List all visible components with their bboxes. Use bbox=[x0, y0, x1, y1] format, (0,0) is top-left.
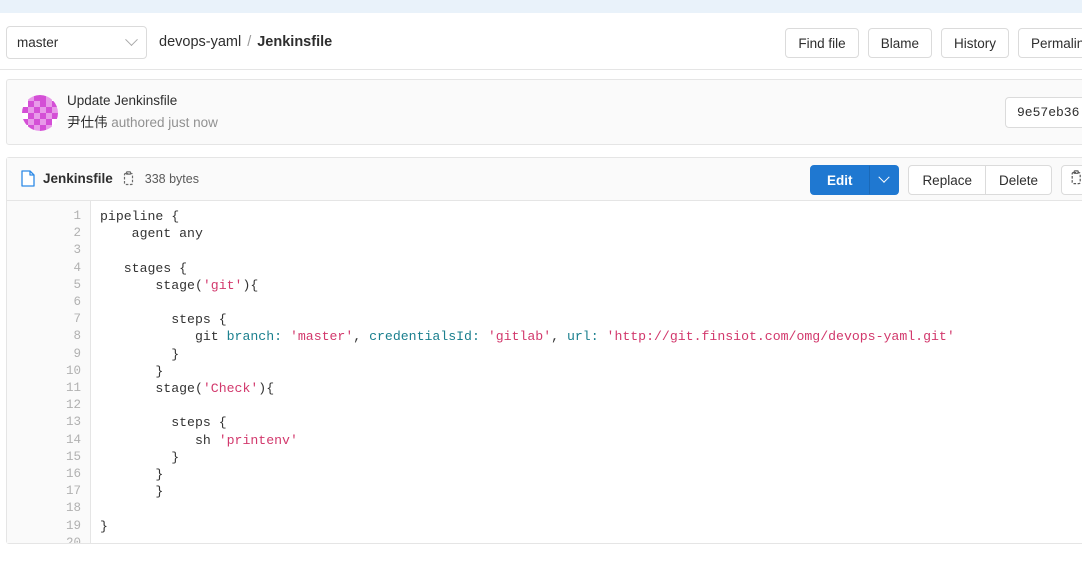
code-token: agent any bbox=[100, 226, 203, 242]
code-token: 'master' bbox=[289, 329, 354, 345]
line-number: 10 bbox=[65, 363, 81, 378]
file-nav-bar: master devops-yaml / Jenkinsfile Find fi… bbox=[0, 13, 1082, 70]
last-commit-box: Update Jenkinsfile 尹仕伟 authored just now… bbox=[6, 79, 1082, 145]
file-size: 338 bytes bbox=[144, 171, 199, 186]
code-content[interactable]: pipeline { agent any stages { stage('git… bbox=[91, 201, 1082, 543]
line-number: 8 bbox=[73, 329, 81, 344]
blame-button[interactable]: Blame bbox=[867, 28, 932, 58]
line-number: 9 bbox=[73, 346, 81, 361]
line-number: 4 bbox=[73, 260, 81, 275]
code-token: steps { bbox=[100, 415, 227, 431]
breadcrumb-separator: / bbox=[247, 34, 252, 50]
breadcrumb-current-file: Jenkinsfile bbox=[257, 34, 333, 50]
line-number-gutter: 1 2 3 4 5 6 7 8 9 10 11 12 13 14 15 16 17 18 19 20 bbox=[7, 201, 91, 543]
line-number: 15 bbox=[65, 449, 81, 464]
nav-actions: Find file Blame History Permalink bbox=[785, 28, 1082, 58]
permalink-button[interactable]: Permalink bbox=[1017, 28, 1082, 58]
code-token: } bbox=[100, 363, 164, 379]
code-token: } bbox=[100, 518, 108, 534]
breadcrumb: devops-yaml / Jenkinsfile bbox=[159, 34, 332, 50]
file-icon bbox=[21, 170, 35, 187]
code-token: pipeline { bbox=[100, 209, 180, 224]
code-token: 'git' bbox=[202, 277, 243, 293]
file-view-page: master devops-yaml / Jenkinsfile Find fi… bbox=[0, 0, 1082, 571]
identicon-avatar bbox=[22, 95, 58, 131]
line-number: 3 bbox=[73, 243, 81, 258]
code-token: git bbox=[100, 329, 227, 345]
line-number: 2 bbox=[73, 226, 81, 241]
commit-timestamp: authored just now bbox=[111, 115, 218, 130]
copy-to-clipboard-button[interactable] bbox=[1061, 165, 1082, 195]
code-token: } bbox=[100, 449, 180, 465]
commit-sha-button[interactable]: 9e57eb36 bbox=[1005, 97, 1082, 128]
copy-icon[interactable] bbox=[121, 170, 135, 187]
file-title-group: Jenkinsfile 338 bytes bbox=[21, 170, 199, 187]
top-accent-strip bbox=[0, 0, 1082, 13]
code-token: credentialsId: bbox=[369, 329, 480, 345]
commit-sha-value: 9e57eb36 bbox=[1017, 105, 1080, 120]
edit-button[interactable]: Edit bbox=[809, 165, 870, 195]
code-token: steps { bbox=[100, 312, 227, 328]
line-number: 7 bbox=[73, 312, 81, 327]
line-number: 18 bbox=[65, 501, 81, 516]
source-code: pipeline { agent any stages { stage('git… bbox=[100, 208, 1082, 535]
code-token: 'printenv' bbox=[218, 432, 298, 448]
line-number: 17 bbox=[65, 484, 81, 499]
avatar bbox=[22, 95, 58, 131]
breadcrumb-repo-link[interactable]: devops-yaml bbox=[159, 34, 241, 50]
code-token: } bbox=[100, 467, 164, 483]
history-button[interactable]: History bbox=[940, 28, 1009, 58]
line-number: 20 bbox=[65, 535, 81, 543]
file-name: Jenkinsfile bbox=[43, 171, 113, 186]
code-token: } bbox=[100, 346, 180, 362]
copy-to-clipboard-icon bbox=[1069, 169, 1082, 191]
replace-delete-group: Replace Delete bbox=[908, 165, 1052, 195]
delete-button[interactable]: Delete bbox=[985, 165, 1052, 195]
code-token: branch: bbox=[226, 329, 283, 345]
file-action-buttons: Edit Replace Delete bbox=[809, 165, 1082, 195]
code-token: ){ bbox=[258, 381, 275, 397]
replace-button[interactable]: Replace bbox=[908, 165, 986, 195]
file-icon-actions bbox=[1061, 165, 1082, 195]
code-token: sh bbox=[100, 432, 219, 448]
file-blob-panel: Jenkinsfile 338 bytes Edit Replace Delet… bbox=[6, 157, 1082, 544]
chevron-down-icon bbox=[125, 33, 138, 47]
code-token: } bbox=[100, 484, 164, 500]
code-token: ){ bbox=[242, 277, 259, 293]
code-token: stage( bbox=[100, 277, 203, 293]
code-token: stage( bbox=[100, 381, 203, 397]
line-number: 13 bbox=[65, 415, 81, 430]
code-token: 'gitlab' bbox=[487, 329, 552, 345]
line-number: 11 bbox=[65, 381, 81, 396]
commit-message[interactable]: Update Jenkinsfile bbox=[67, 90, 218, 112]
find-file-button[interactable]: Find file bbox=[785, 28, 859, 58]
line-number: 5 bbox=[73, 277, 81, 292]
code-viewer[interactable]: 1 2 3 4 5 6 7 8 9 10 11 12 13 14 15 16 17 18 19 20 pipeline… bbox=[7, 201, 1082, 543]
code-token: , bbox=[353, 329, 370, 345]
edit-dropdown-button[interactable] bbox=[869, 165, 900, 195]
line-number: 14 bbox=[65, 432, 81, 447]
edit-split-button: Edit bbox=[809, 165, 900, 195]
code-token: url: bbox=[566, 329, 599, 345]
line-number: 16 bbox=[65, 467, 81, 482]
code-token: stages { bbox=[100, 260, 188, 276]
line-number: 1 bbox=[73, 209, 81, 223]
file-blob-header: Jenkinsfile 338 bytes Edit Replace Delet… bbox=[7, 158, 1082, 201]
code-token: 'http://git.finsiot.com/omg/devops-yaml.… bbox=[606, 329, 955, 345]
commit-byline: 尹仕伟 authored just now bbox=[67, 112, 218, 134]
branch-selector[interactable]: master bbox=[6, 26, 147, 59]
branch-selector-value: master bbox=[17, 35, 59, 50]
code-token: 'Check' bbox=[202, 381, 259, 397]
line-number: 6 bbox=[73, 295, 81, 310]
code-token: , bbox=[551, 329, 567, 345]
line-number: 19 bbox=[65, 518, 81, 533]
line-number: 12 bbox=[65, 398, 81, 413]
chevron-down-icon bbox=[878, 171, 891, 183]
commit-author[interactable]: 尹仕伟 bbox=[67, 115, 108, 130]
commit-info: Update Jenkinsfile 尹仕伟 authored just now bbox=[67, 90, 218, 134]
